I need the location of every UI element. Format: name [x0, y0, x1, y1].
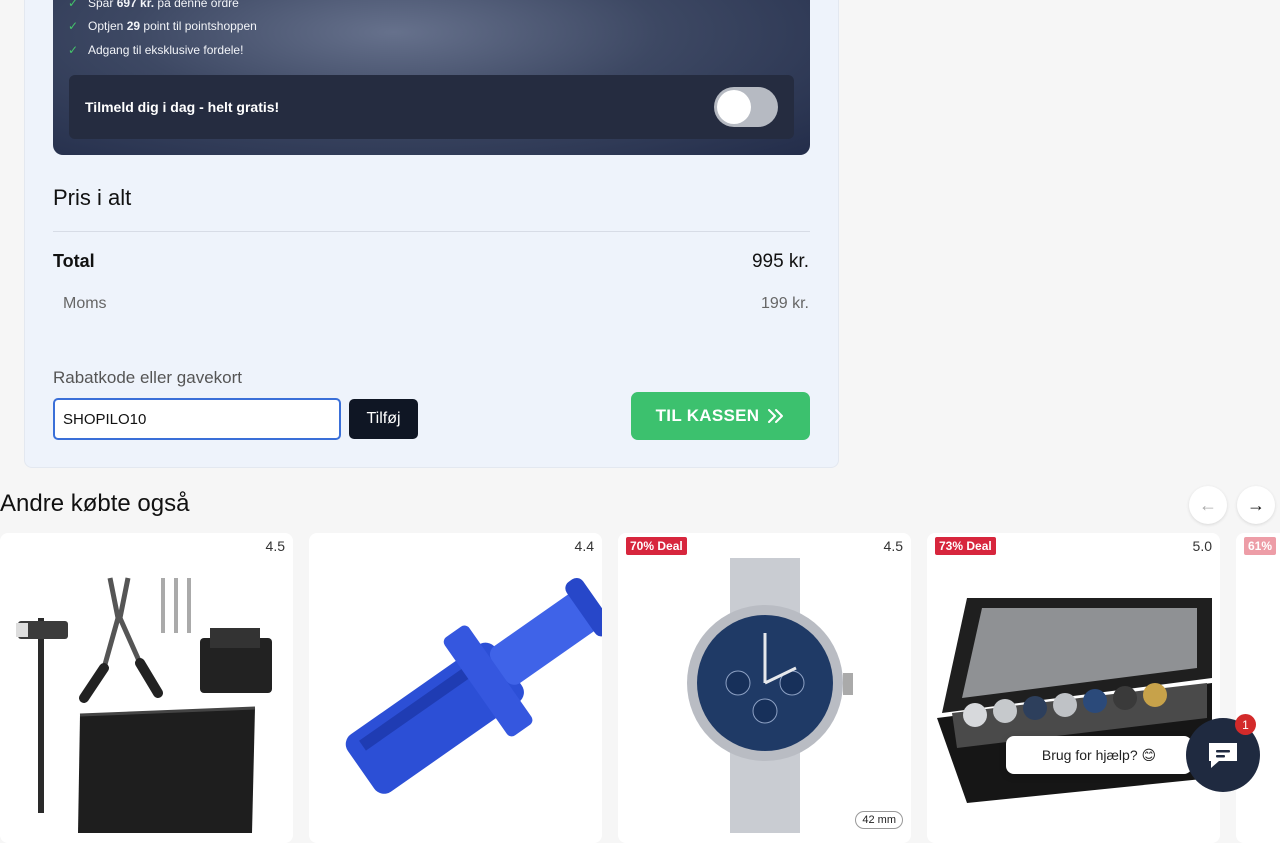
check-icon: ✓	[68, 43, 79, 57]
vat-label: Moms	[63, 295, 107, 312]
apply-code-button[interactable]: Tilføj	[349, 399, 418, 439]
carousel-next-button[interactable]: →	[1237, 486, 1275, 524]
chronograph-watch-image	[687, 558, 853, 833]
chat-prompt-bubble[interactable]: Brug for hjælp? 😊	[1006, 736, 1192, 774]
checkout-button[interactable]: TIL KASSEN	[631, 392, 810, 440]
promo-item-savings: ✓ Spar 697 kr. på denne ordre	[68, 0, 239, 10]
discount-code-label: Rabatkode eller gavekort	[53, 368, 243, 387]
check-icon: ✓	[68, 19, 79, 33]
related-products-title: Andre købte også	[0, 490, 190, 517]
product-card[interactable]: 61%	[1236, 533, 1280, 843]
watch-link-remover-tool-image	[345, 577, 602, 794]
join-label: Tilmeld dig i dag - helt gratis!	[85, 99, 280, 115]
carousel-prev-button[interactable]: ←	[1189, 486, 1227, 524]
product-card[interactable]: 4.4	[309, 533, 602, 843]
promo-item-points: ✓ Optjen 29 point til pointshoppen	[68, 19, 257, 33]
deal-badge: 61%	[1244, 537, 1277, 555]
price-summary-title: Pris i alt	[53, 185, 132, 210]
arrow-right-icon: →	[1247, 494, 1265, 515]
toggle-knob	[717, 90, 751, 124]
join-toggle[interactable]	[714, 87, 778, 127]
check-icon: ✓	[68, 0, 79, 10]
size-badge: 42 mm	[855, 811, 903, 829]
watch-display-box-image	[937, 598, 1212, 803]
arrow-left-icon: ←	[1199, 494, 1217, 515]
discount-code-input[interactable]	[53, 398, 341, 440]
checkout-label: TIL KASSEN	[655, 406, 760, 425]
product-card[interactable]: 70% Deal 4.5 42 mm	[618, 533, 911, 843]
product-card[interactable]: 73% Deal 5.0	[927, 533, 1220, 843]
divider	[53, 231, 810, 232]
total-value: 995 kr.	[751, 251, 809, 272]
total-label: Total	[53, 251, 95, 271]
double-chevron-right-icon	[768, 409, 784, 423]
product-card[interactable]: 4.5	[0, 533, 293, 843]
chat-unread-badge: 1	[1235, 714, 1256, 735]
watch-repair-tool-kit-image	[16, 577, 272, 833]
chat-icon	[1209, 743, 1237, 768]
vat-value: 199 kr.	[760, 295, 809, 312]
promo-item-benefits: ✓ Adgang til eksklusive fordele!	[68, 43, 244, 57]
join-membership-box: Tilmeld dig i dag - helt gratis!	[69, 75, 794, 139]
